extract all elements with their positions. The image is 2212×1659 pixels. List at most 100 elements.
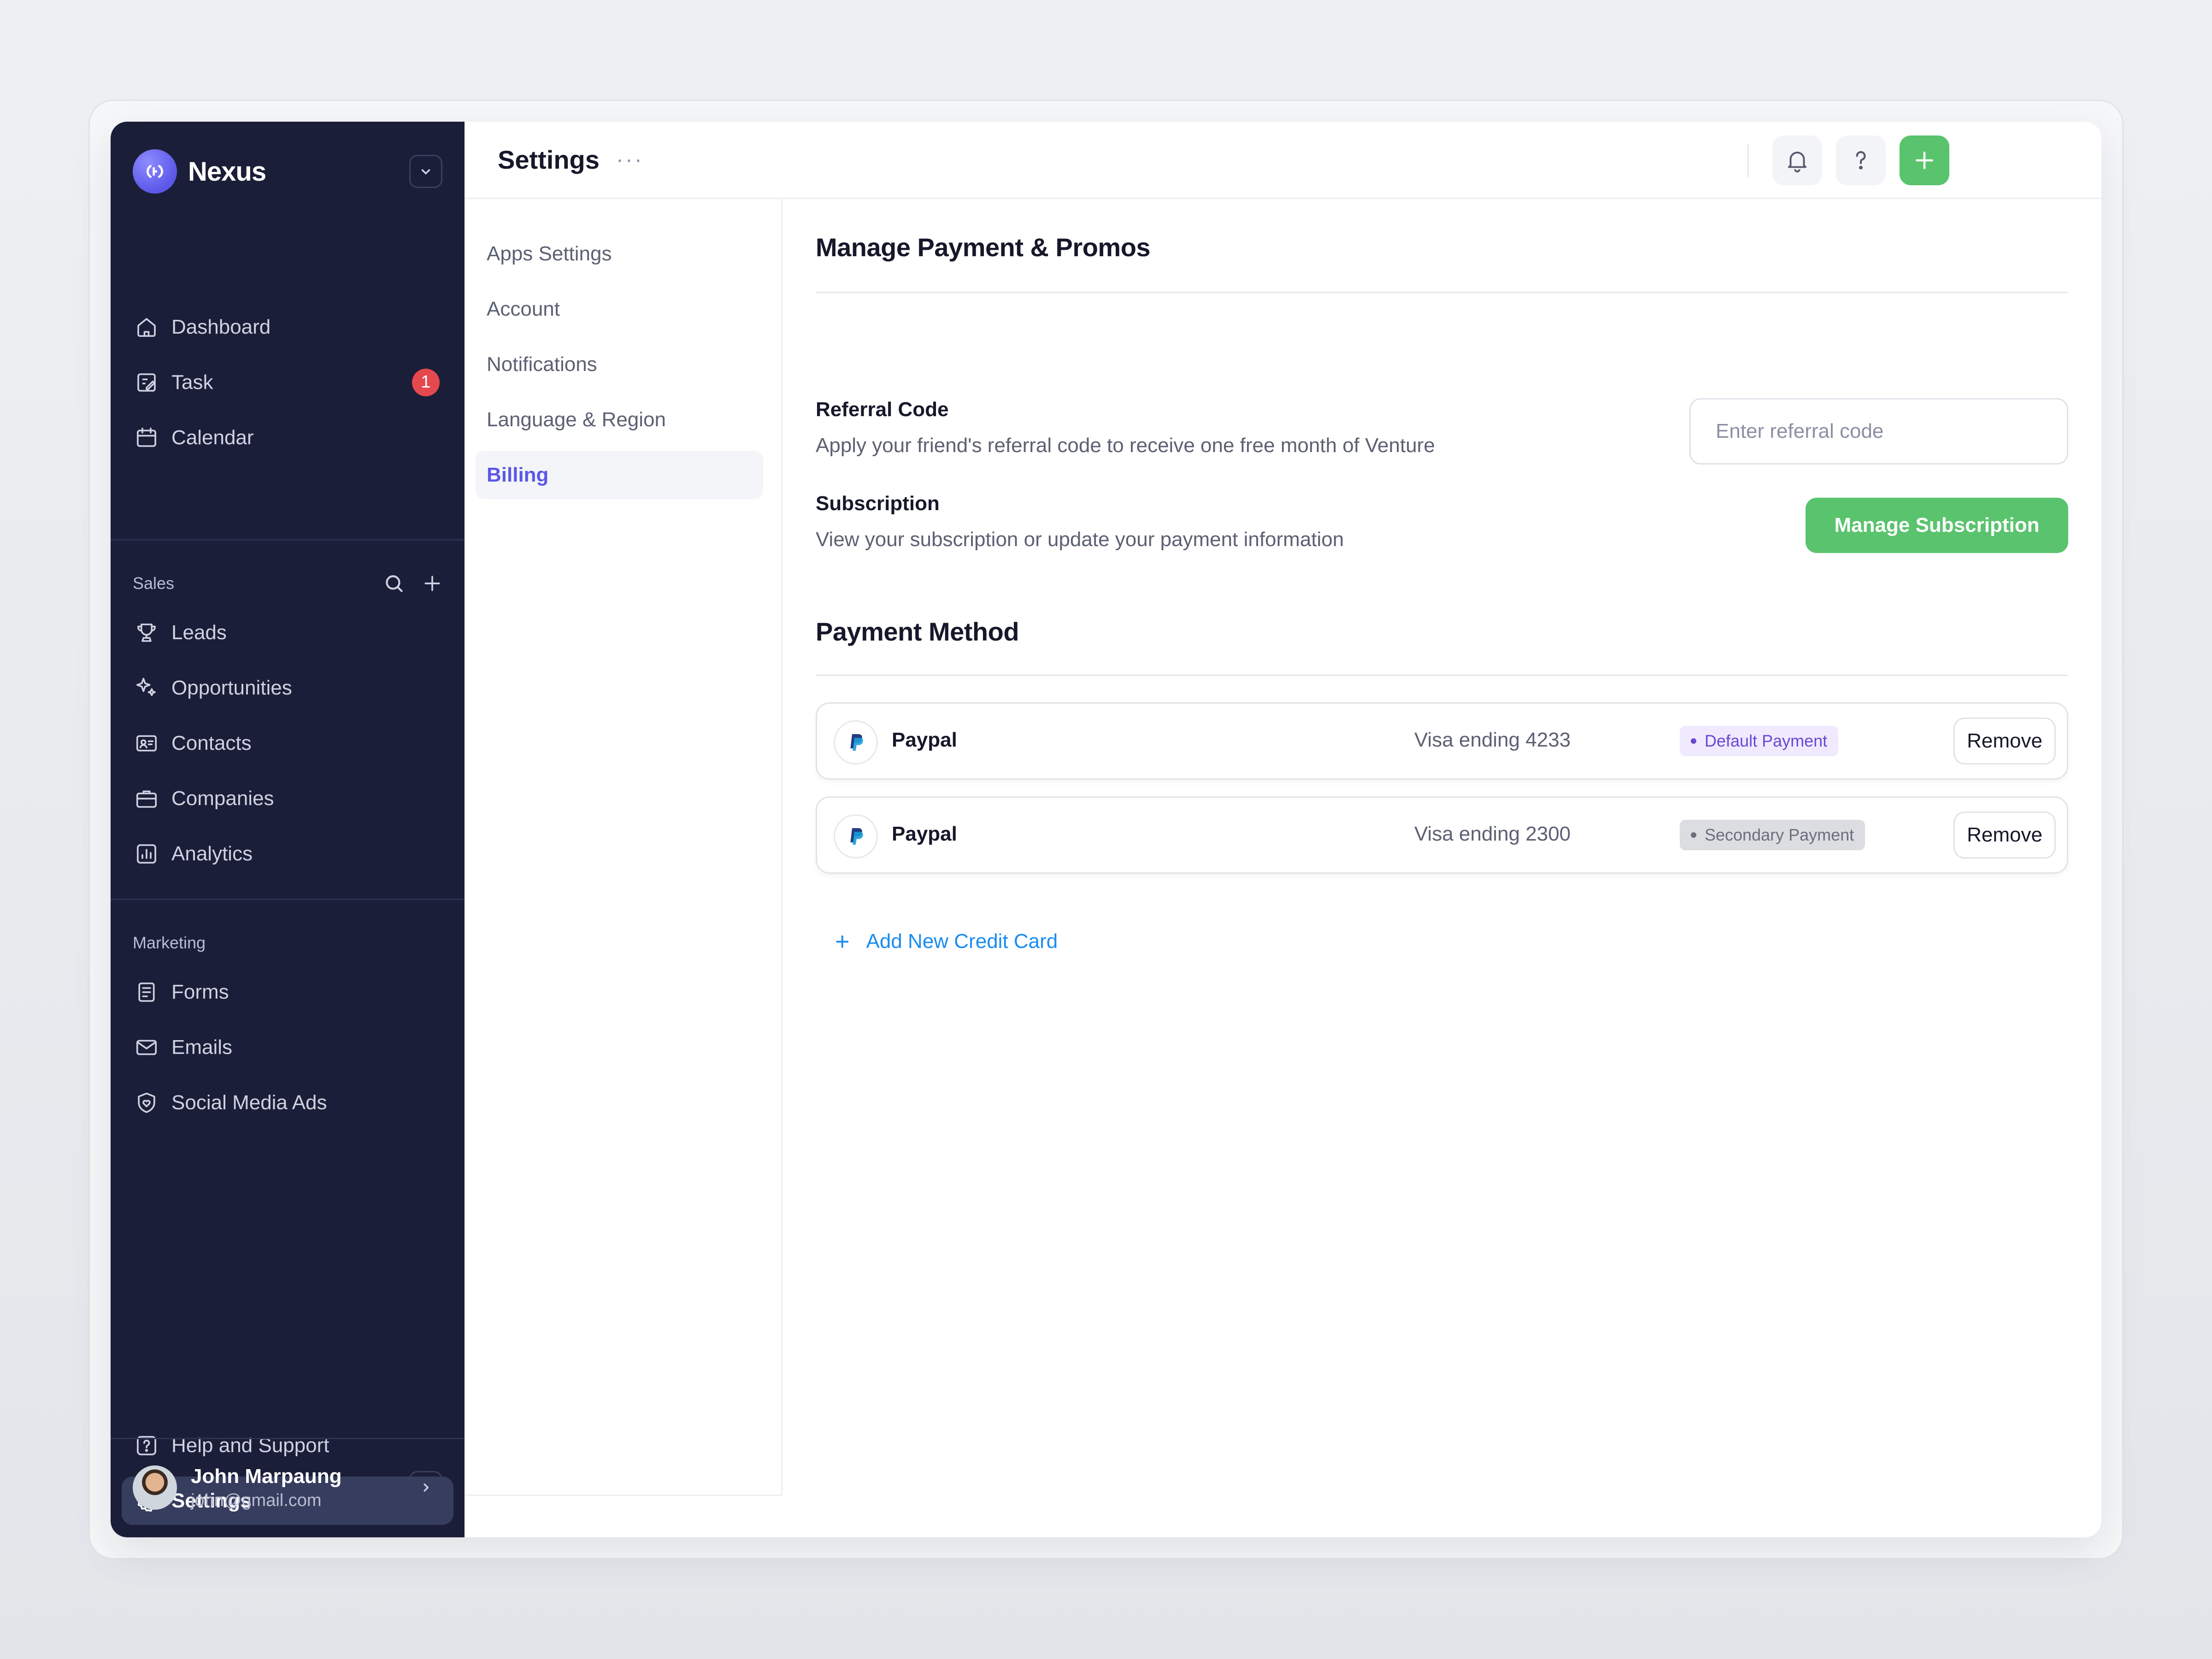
sidebar: Nexus Dashboard Task 1 Calendar Sales Le… (111, 122, 465, 1537)
sidebar-item-label: Contacts (171, 731, 252, 754)
status-dot (1691, 738, 1696, 744)
payment-card-info: Visa ending 4233 (1414, 729, 1571, 751)
sidebar-item-social-media-ads[interactable]: Social Media Ads (122, 1078, 453, 1127)
sidebar-item-label: Dashboard (171, 315, 271, 338)
workspace-dropdown-button[interactable] (409, 155, 442, 188)
settings-nav-apps-settings[interactable]: Apps Settings (476, 229, 763, 278)
sales-section-header: Sales (133, 570, 442, 597)
sidebar-item-label: Companies (171, 787, 274, 810)
subscription-description: View your subscription or update your pa… (816, 528, 1344, 551)
sidebar-item-emails[interactable]: Emails (122, 1023, 453, 1071)
sidebar-item-label: Analytics (171, 842, 253, 865)
chart-icon (133, 840, 160, 868)
top-header: Settings ··· (465, 122, 2101, 199)
sidebar-divider (111, 539, 465, 541)
user-profile[interactable]: John Marpaung john@gmail.com (133, 1460, 442, 1515)
marketing-section-title: Marketing (133, 933, 206, 952)
sidebar-item-label: Calendar (171, 426, 254, 449)
payment-card-info: Visa ending 2300 (1414, 823, 1571, 845)
sidebar-item-task[interactable]: Task 1 (122, 358, 453, 406)
user-menu-button[interactable] (409, 1471, 442, 1504)
more-options-icon[interactable]: ··· (616, 147, 644, 172)
plus-icon (1913, 149, 1936, 172)
manage-subscription-button[interactable]: Manage Subscription (1806, 498, 2068, 553)
settings-nav-language-region[interactable]: Language & Region (476, 395, 763, 444)
sidebar-item-label: Social Media Ads (171, 1091, 327, 1114)
referral-code-description: Apply your friend's referral code to rec… (816, 434, 1435, 457)
brand-name: Nexus (188, 156, 266, 187)
brand-logo-icon (133, 149, 177, 194)
status-badge-label: Default Payment (1705, 731, 1828, 750)
question-icon (1847, 147, 1874, 174)
sidebar-item-label: Task (171, 371, 213, 394)
user-email: john@gmail.com (191, 1490, 322, 1510)
trophy-icon (133, 619, 160, 647)
section-title-manage-payment: Manage Payment & Promos (816, 233, 1151, 262)
payment-provider-name: Paypal (892, 823, 957, 845)
sidebar-item-label: Help and Support (171, 1434, 329, 1457)
task-count-badge: 1 (412, 368, 440, 396)
plus-icon: + (835, 928, 850, 955)
search-icon[interactable] (382, 572, 406, 595)
status-badge: Secondary Payment (1680, 820, 1865, 850)
avatar (133, 1465, 177, 1510)
mail-icon (133, 1034, 160, 1061)
paypal-icon (834, 814, 878, 859)
chevron-right-icon (418, 1480, 434, 1495)
settings-nav: Apps Settings Account Notifications Lang… (465, 199, 782, 1496)
task-icon (133, 369, 160, 396)
settings-nav-billing[interactable]: Billing (476, 451, 763, 499)
add-new-credit-card-link[interactable]: + Add New Credit Card (835, 929, 1058, 954)
sidebar-item-contacts[interactable]: Contacts (122, 719, 453, 767)
add-new-credit-card-label: Add New Credit Card (866, 930, 1058, 953)
subscription-title: Subscription (816, 492, 940, 515)
status-badge: Default Payment (1680, 726, 1839, 756)
briefcase-icon (133, 785, 160, 812)
remove-payment-button[interactable]: Remove (1953, 718, 2056, 765)
add-button[interactable] (1900, 135, 1949, 185)
marketing-section-header: Marketing (133, 929, 442, 957)
sidebar-item-leads[interactable]: Leads (122, 608, 453, 657)
app-window: Nexus Dashboard Task 1 Calendar Sales Le… (111, 122, 2101, 1537)
sidebar-item-opportunities[interactable]: Opportunities (122, 664, 453, 712)
form-icon (133, 978, 160, 1006)
notifications-button[interactable] (1772, 135, 1822, 185)
sidebar-item-dashboard[interactable]: Dashboard (122, 303, 453, 351)
sidebar-divider (111, 899, 465, 900)
heart-shield-icon (133, 1089, 160, 1117)
sidebar-item-forms[interactable]: Forms (122, 968, 453, 1016)
section-title-payment-method: Payment Method (816, 617, 1019, 646)
sidebar-item-label: Opportunities (171, 676, 292, 699)
header-separator (1747, 144, 1749, 177)
home-icon (133, 313, 160, 341)
status-dot (1691, 832, 1696, 838)
section-divider (816, 292, 2068, 293)
sidebar-item-analytics[interactable]: Analytics (122, 830, 453, 878)
sidebar-divider-bottom (111, 1438, 465, 1439)
sidebar-item-label: Leads (171, 621, 227, 644)
referral-code-input[interactable] (1689, 398, 2068, 465)
help-button[interactable] (1836, 135, 1886, 185)
brand[interactable]: Nexus (133, 149, 266, 194)
status-badge-label: Secondary Payment (1705, 825, 1854, 844)
payment-method-card[interactable]: Paypal Visa ending 2300 Secondary Paymen… (816, 796, 2068, 874)
sidebar-item-label: Forms (171, 980, 229, 1003)
plus-icon[interactable] (422, 573, 442, 594)
user-name: John Marpaung (191, 1465, 342, 1488)
calendar-icon (133, 424, 160, 452)
bell-icon (1784, 147, 1811, 174)
settings-nav-account[interactable]: Account (476, 285, 763, 333)
payment-method-card[interactable]: Paypal Visa ending 4233 Default Payment … (816, 702, 2068, 780)
sidebar-item-label: Emails (171, 1035, 233, 1059)
paypal-icon (834, 720, 878, 765)
chevron-down-icon (418, 163, 434, 180)
sidebar-item-companies[interactable]: Companies (122, 774, 453, 823)
sidebar-item-calendar[interactable]: Calendar (122, 413, 453, 462)
settings-nav-notifications[interactable]: Notifications (476, 340, 763, 388)
remove-payment-button[interactable]: Remove (1953, 812, 2056, 859)
referral-code-title: Referral Code (816, 398, 949, 421)
sparkle-icon (133, 674, 160, 702)
contact-card-icon (133, 729, 160, 757)
page-title: Settings (498, 145, 600, 174)
sales-section-title: Sales (133, 574, 175, 593)
